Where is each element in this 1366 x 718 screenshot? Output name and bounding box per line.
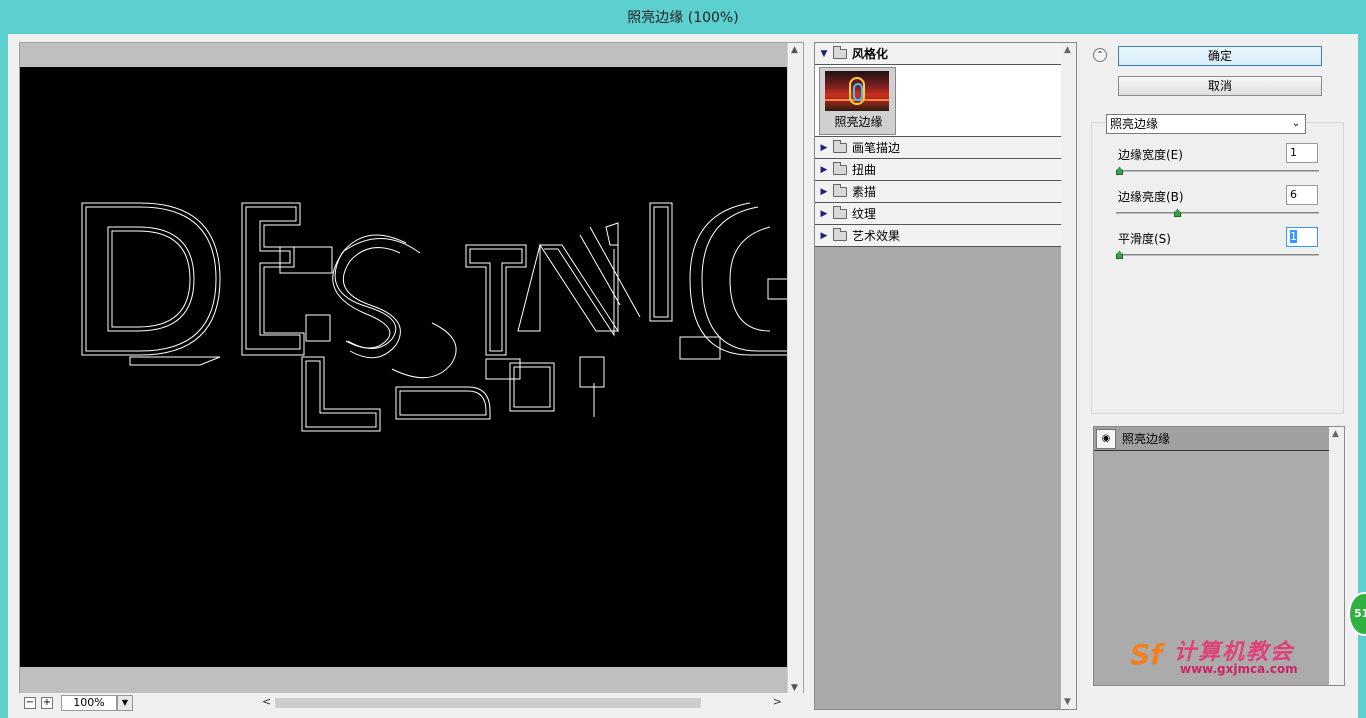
edge-width-input[interactable]: 1 bbox=[1286, 143, 1318, 163]
category-brush-strokes[interactable]: ▶ 画笔描边 bbox=[815, 137, 1062, 159]
smoothness-label: 平滑度(S) bbox=[1118, 232, 1171, 246]
thumbnail-grid: 照亮边缘 bbox=[815, 65, 1062, 137]
filter-category-list: ▼ 风格化 照亮边缘 ▶ 画笔描边 ▶ 扭曲 ▶ 素描 ▶ 纹理 ▶ 艺术效果 bbox=[815, 43, 1062, 709]
scroll-left-arrow-icon[interactable]: < bbox=[262, 695, 271, 708]
category-label: 扭曲 bbox=[852, 163, 877, 177]
thumb-label: 照亮边缘 bbox=[834, 115, 883, 129]
collapsed-triangle-icon[interactable]: ▶ bbox=[815, 165, 833, 175]
eye-icon[interactable]: ◉ bbox=[1096, 428, 1116, 449]
edge-brightness-slider[interactable] bbox=[1116, 209, 1319, 217]
smoothness-value: 1 bbox=[1290, 230, 1297, 243]
glowing-edges-artwork bbox=[81, 202, 788, 432]
zoom-level-field[interactable]: 100% bbox=[61, 695, 117, 711]
thumbnail-image bbox=[825, 71, 889, 111]
scroll-up-arrow-icon[interactable]: ▲ bbox=[791, 45, 798, 55]
folder-open-icon bbox=[833, 45, 847, 59]
filter-thumb-glowing-edges[interactable]: 照亮边缘 bbox=[819, 67, 896, 135]
collapsed-triangle-icon[interactable]: ▶ bbox=[815, 231, 833, 241]
scroll-up-arrow-icon[interactable]: ▲ bbox=[1332, 429, 1339, 439]
scroll-up-arrow-icon[interactable]: ▲ bbox=[1064, 45, 1071, 55]
collapse-gallery-icon[interactable]: ⌃ bbox=[1093, 48, 1107, 62]
scroll-down-arrow-icon[interactable]: ▼ bbox=[791, 683, 798, 693]
category-label: 画笔描边 bbox=[852, 141, 901, 155]
filter-select-value: 照亮边缘 bbox=[1110, 117, 1159, 131]
preview-panel: ▲ ▼ bbox=[19, 42, 804, 695]
smoothness-slider[interactable] bbox=[1116, 251, 1319, 259]
filter-select[interactable]: 照亮边缘 ⌄ bbox=[1106, 114, 1306, 134]
folder-icon bbox=[833, 139, 847, 153]
layer-toolbar bbox=[1093, 686, 1345, 710]
category-stylize[interactable]: ▼ 风格化 bbox=[815, 43, 1062, 65]
zoom-dropdown-icon[interactable]: ▼ bbox=[117, 695, 133, 711]
category-distort[interactable]: ▶ 扭曲 bbox=[815, 159, 1062, 181]
ok-button[interactable]: 确定 bbox=[1118, 46, 1322, 66]
gallery-vertical-scrollbar[interactable]: ▲ ▼ bbox=[1061, 43, 1076, 709]
category-label: 素描 bbox=[852, 185, 877, 199]
edge-brightness-input[interactable]: 6 bbox=[1286, 185, 1318, 205]
edge-brightness-label: 边缘亮度(B) bbox=[1118, 190, 1184, 204]
category-label: 纹理 bbox=[852, 207, 877, 221]
preview-vertical-scrollbar[interactable]: ▲ ▼ bbox=[787, 43, 803, 695]
collapsed-triangle-icon[interactable]: ▶ bbox=[815, 209, 833, 219]
category-label: 风格化 bbox=[852, 47, 889, 61]
cancel-button[interactable]: 取消 bbox=[1118, 76, 1322, 96]
smoothness-input[interactable]: 1 bbox=[1286, 227, 1318, 247]
effect-layer[interactable]: ◉ 照亮边缘 bbox=[1094, 427, 1330, 451]
folder-icon bbox=[833, 205, 847, 219]
filter-settings-panel bbox=[1091, 122, 1344, 414]
folder-icon bbox=[833, 227, 847, 241]
category-label: 艺术效果 bbox=[852, 229, 901, 243]
preview-horizontal-scrollbar[interactable]: < > bbox=[259, 695, 787, 711]
expanded-triangle-icon[interactable]: ▼ bbox=[815, 49, 833, 59]
effect-layer-label: 照亮边缘 bbox=[1122, 432, 1171, 446]
category-artistic[interactable]: ▶ 艺术效果 bbox=[815, 225, 1062, 247]
zoom-bar: − + 100% ▼ < > bbox=[19, 693, 804, 713]
layers-vertical-scrollbar[interactable]: ▲ bbox=[1329, 427, 1344, 685]
scroll-thumb[interactable] bbox=[275, 698, 701, 708]
filter-gallery: ▼ 风格化 照亮边缘 ▶ 画笔描边 ▶ 扭曲 ▶ 素描 ▶ 纹理 ▶ 艺术效果 … bbox=[814, 42, 1077, 710]
zoom-in-button[interactable]: + bbox=[41, 697, 53, 709]
folder-icon bbox=[833, 161, 847, 175]
effect-layers-panel: ◉ 照亮边缘 ▲ bbox=[1093, 426, 1345, 686]
zoom-out-button[interactable]: − bbox=[24, 697, 36, 709]
scroll-down-arrow-icon[interactable]: ▼ bbox=[1064, 697, 1071, 707]
category-texture[interactable]: ▶ 纹理 bbox=[815, 203, 1062, 225]
title-bar: 照亮边缘 (100%) bbox=[0, 0, 1366, 34]
preview-canvas[interactable] bbox=[20, 67, 788, 667]
edge-width-label: 边缘宽度(E) bbox=[1118, 148, 1183, 162]
scroll-right-arrow-icon[interactable]: > bbox=[773, 695, 782, 708]
window-title: 照亮边缘 (100%) bbox=[627, 10, 739, 26]
edge-width-slider[interactable] bbox=[1116, 167, 1319, 175]
collapsed-triangle-icon[interactable]: ▶ bbox=[815, 143, 833, 153]
collapsed-triangle-icon[interactable]: ▶ bbox=[815, 187, 833, 197]
category-sketch[interactable]: ▶ 素描 bbox=[815, 181, 1062, 203]
chevron-down-icon[interactable]: ⌄ bbox=[1289, 116, 1303, 132]
dialog-client: ▲ ▼ − + 100% ▼ < > ▼ 风格化 照亮边缘 ▶ 画笔描边 ▶ 扭… bbox=[8, 34, 1358, 718]
folder-icon bbox=[833, 183, 847, 197]
